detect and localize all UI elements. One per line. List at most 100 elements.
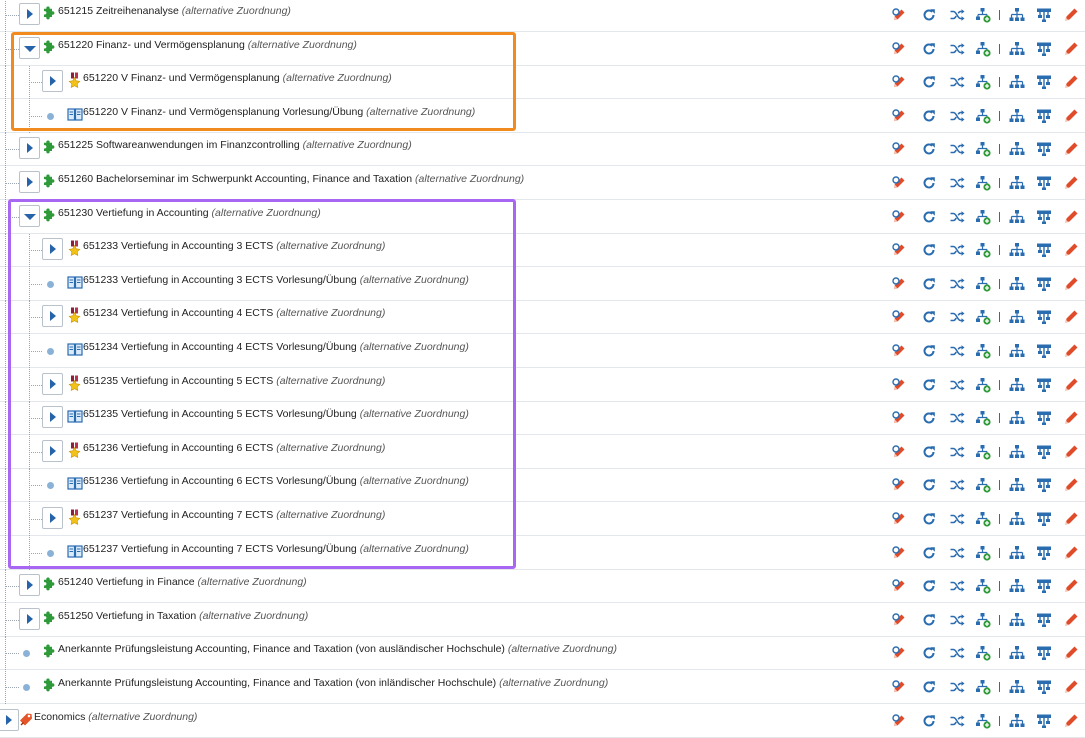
- edit-pencil-icon[interactable]: [891, 74, 907, 90]
- refresh-icon[interactable]: [921, 141, 937, 157]
- hierarchy-icon[interactable]: [1009, 309, 1025, 325]
- refresh-icon[interactable]: [921, 309, 937, 325]
- refresh-icon[interactable]: [921, 679, 937, 695]
- tree-row[interactable]: 651220 V Finanz- und Vermögensplanung (a…: [0, 66, 1085, 100]
- delete-pencil-icon[interactable]: [1063, 477, 1079, 493]
- refresh-icon[interactable]: [921, 713, 937, 729]
- tree-row[interactable]: 651235 Vertiefung in Accounting 5 ECTS (…: [0, 368, 1085, 402]
- hierarchy-icon[interactable]: [1009, 511, 1025, 527]
- shuffle-icon[interactable]: [949, 276, 965, 292]
- shuffle-icon[interactable]: [949, 410, 965, 426]
- delete-pencil-icon[interactable]: [1063, 41, 1079, 57]
- add-node-icon[interactable]: [975, 444, 991, 460]
- hierarchy-icon[interactable]: [1009, 7, 1025, 23]
- tree-structure-icon[interactable]: [1036, 209, 1052, 225]
- node-label[interactable]: 651233 Vertiefung in Accounting 3 ECTS (…: [83, 239, 385, 253]
- tree-row[interactable]: Economics (alternative Zuordnung): [0, 705, 1085, 738]
- delete-pencil-icon[interactable]: [1063, 7, 1079, 23]
- hierarchy-icon[interactable]: [1009, 377, 1025, 393]
- expand-toggle-icon[interactable]: [42, 507, 63, 529]
- shuffle-icon[interactable]: [949, 209, 965, 225]
- tree-structure-icon[interactable]: [1036, 713, 1052, 729]
- shuffle-icon[interactable]: [949, 175, 965, 191]
- tree-row[interactable]: 651234 Vertiefung in Accounting 4 ECTS V…: [0, 335, 1085, 368]
- refresh-icon[interactable]: [921, 41, 937, 57]
- add-node-icon[interactable]: [975, 645, 991, 661]
- delete-pencil-icon[interactable]: [1063, 578, 1079, 594]
- hierarchy-icon[interactable]: [1009, 175, 1025, 191]
- add-node-icon[interactable]: [975, 612, 991, 628]
- add-node-icon[interactable]: [975, 175, 991, 191]
- refresh-icon[interactable]: [921, 645, 937, 661]
- shuffle-icon[interactable]: [949, 444, 965, 460]
- delete-pencil-icon[interactable]: [1063, 141, 1079, 157]
- refresh-icon[interactable]: [921, 276, 937, 292]
- tree-row[interactable]: 651236 Vertiefung in Accounting 6 ECTS V…: [0, 469, 1085, 503]
- hierarchy-icon[interactable]: [1009, 645, 1025, 661]
- shuffle-icon[interactable]: [949, 343, 965, 359]
- edit-pencil-icon[interactable]: [891, 477, 907, 493]
- expand-toggle-icon[interactable]: [42, 305, 63, 328]
- edit-pencil-icon[interactable]: [891, 511, 907, 527]
- add-node-icon[interactable]: [975, 377, 991, 393]
- add-node-icon[interactable]: [975, 74, 991, 90]
- shuffle-icon[interactable]: [949, 141, 965, 157]
- edit-pencil-icon[interactable]: [891, 713, 907, 729]
- collapse-toggle-icon[interactable]: [19, 36, 40, 59]
- refresh-icon[interactable]: [921, 545, 937, 561]
- node-label[interactable]: 651215 Zeitreihenanalyse (alternative Zu…: [58, 4, 291, 18]
- tree-row[interactable]: 651236 Vertiefung in Accounting 6 ECTS (…: [0, 435, 1085, 469]
- tree-row[interactable]: 651235 Vertiefung in Accounting 5 ECTS V…: [0, 402, 1085, 436]
- expand-toggle-icon[interactable]: [42, 70, 63, 93]
- edit-pencil-icon[interactable]: [891, 679, 907, 695]
- edit-pencil-icon[interactable]: [891, 242, 907, 258]
- node-label[interactable]: Anerkannte Prüfungsleistung Accounting, …: [58, 676, 608, 690]
- refresh-icon[interactable]: [921, 108, 937, 124]
- tree-structure-icon[interactable]: [1036, 175, 1052, 191]
- tree-structure-icon[interactable]: [1036, 276, 1052, 292]
- hierarchy-icon[interactable]: [1009, 679, 1025, 695]
- tree-row[interactable]: 651237 Vertiefung in Accounting 7 ECTS (…: [0, 503, 1085, 536]
- refresh-icon[interactable]: [921, 7, 937, 23]
- edit-pencil-icon[interactable]: [891, 645, 907, 661]
- tree-structure-icon[interactable]: [1036, 645, 1052, 661]
- delete-pencil-icon[interactable]: [1063, 444, 1079, 460]
- edit-pencil-icon[interactable]: [891, 410, 907, 426]
- tree-row[interactable]: 651215 Zeitreihenanalyse (alternative Zu…: [0, 0, 1085, 32]
- refresh-icon[interactable]: [921, 175, 937, 191]
- edit-pencil-icon[interactable]: [891, 175, 907, 191]
- add-node-icon[interactable]: [975, 679, 991, 695]
- tree-structure-icon[interactable]: [1036, 309, 1052, 325]
- tree-row[interactable]: 651220 Finanz- und Vermögensplanung (alt…: [0, 32, 1085, 66]
- node-label[interactable]: Anerkannte Prüfungsleistung Accounting, …: [58, 642, 617, 656]
- edit-pencil-icon[interactable]: [891, 377, 907, 393]
- edit-pencil-icon[interactable]: [891, 276, 907, 292]
- node-label[interactable]: 651234 Vertiefung in Accounting 4 ECTS V…: [83, 340, 469, 354]
- hierarchy-icon[interactable]: [1009, 141, 1025, 157]
- refresh-icon[interactable]: [921, 377, 937, 393]
- node-label[interactable]: Economics (alternative Zuordnung): [34, 710, 197, 724]
- hierarchy-icon[interactable]: [1009, 343, 1025, 359]
- hierarchy-icon[interactable]: [1009, 410, 1025, 426]
- add-node-icon[interactable]: [975, 242, 991, 258]
- delete-pencil-icon[interactable]: [1063, 713, 1079, 729]
- shuffle-icon[interactable]: [949, 545, 965, 561]
- refresh-icon[interactable]: [921, 209, 937, 225]
- tree-row[interactable]: Anerkannte Prüfungsleistung Accounting, …: [0, 671, 1085, 704]
- edit-pencil-icon[interactable]: [891, 343, 907, 359]
- shuffle-icon[interactable]: [949, 679, 965, 695]
- expand-toggle-icon[interactable]: [42, 439, 63, 462]
- node-label[interactable]: 651240 Vertiefung in Finance (alternativ…: [58, 575, 307, 589]
- add-node-icon[interactable]: [975, 276, 991, 292]
- expand-toggle-icon[interactable]: [19, 171, 40, 193]
- tree-row[interactable]: 651220 V Finanz- und Vermögensplanung Vo…: [0, 99, 1085, 133]
- edit-pencil-icon[interactable]: [891, 309, 907, 325]
- tree-structure-icon[interactable]: [1036, 343, 1052, 359]
- tree-structure-icon[interactable]: [1036, 108, 1052, 124]
- hierarchy-icon[interactable]: [1009, 209, 1025, 225]
- node-label[interactable]: 651237 Vertiefung in Accounting 7 ECTS (…: [83, 508, 385, 522]
- tree-row[interactable]: Anerkannte Prüfungsleistung Accounting, …: [0, 637, 1085, 671]
- shuffle-icon[interactable]: [949, 578, 965, 594]
- hierarchy-icon[interactable]: [1009, 41, 1025, 57]
- tree-row[interactable]: 651230 Vertiefung in Accounting (alterna…: [0, 200, 1085, 234]
